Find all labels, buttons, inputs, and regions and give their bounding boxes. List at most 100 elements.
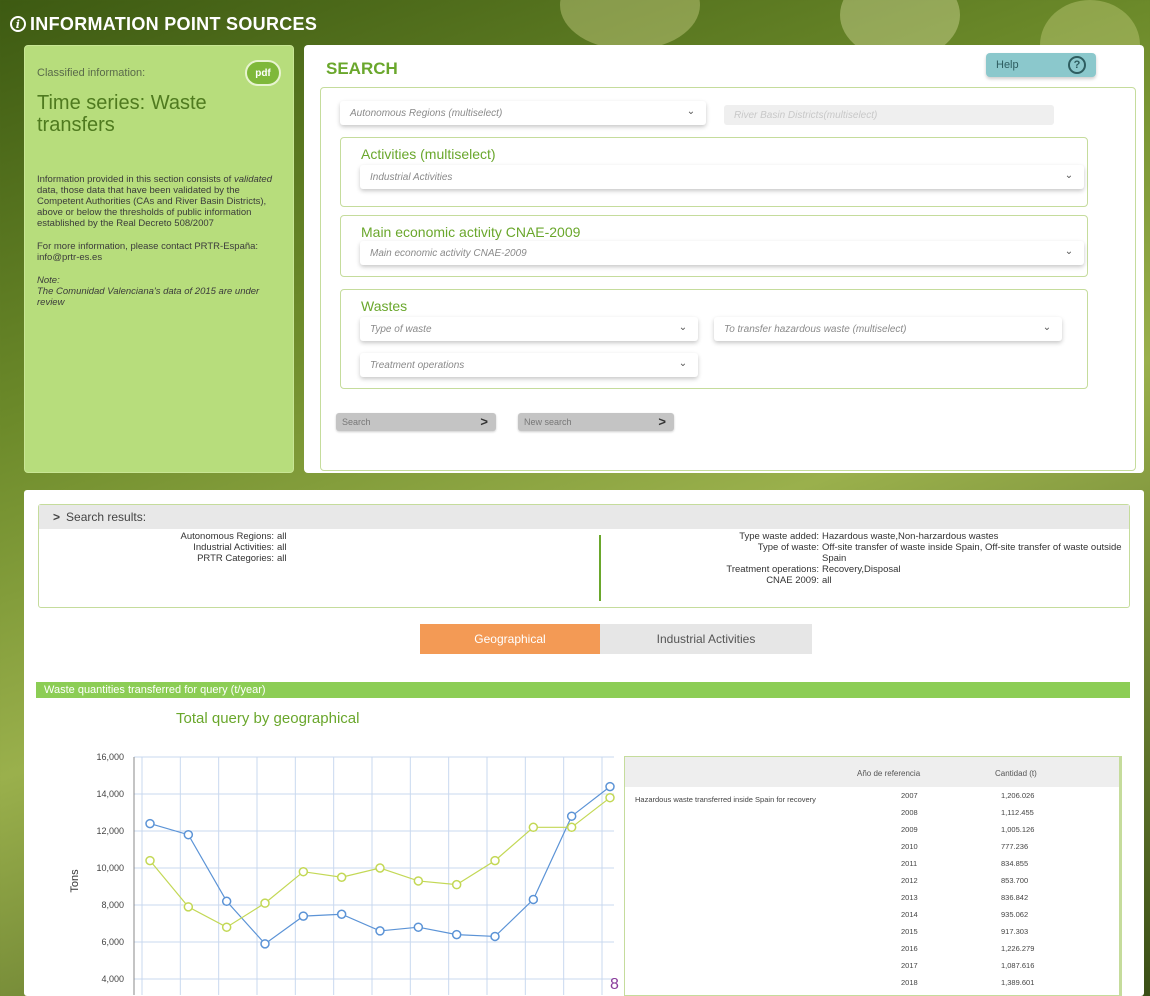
- data-point: [221, 896, 232, 907]
- table-cell-quantity: 834.855: [1001, 859, 1029, 868]
- panel-note: Note: The Comunidad Valenciana's data of …: [37, 275, 260, 308]
- criteria-value: all: [822, 575, 832, 586]
- new-search-button[interactable]: New search >: [518, 413, 674, 431]
- table-cell-quantity: 917.303: [1001, 927, 1029, 936]
- criteria-value: all: [277, 553, 287, 564]
- chevron-down-icon: ⌄: [1064, 246, 1074, 257]
- criteria-key: Autonomous Regions:: [180, 531, 274, 542]
- col-quantity: Cantidad (t): [995, 769, 1037, 778]
- industrial-activities-select[interactable]: Industrial Activities ⌄: [360, 165, 1084, 189]
- river-basin-select[interactable]: River Basin Districts(multiselect): [724, 105, 1054, 125]
- data-point: [566, 822, 577, 833]
- results-criteria-right: Type waste added: Hazardous waste,Non-har…: [619, 531, 1127, 586]
- data-point: [490, 855, 500, 866]
- table-cell-quantity: 1,206.026: [1001, 791, 1035, 800]
- chevron-down-icon: ⌄: [1064, 170, 1074, 181]
- info-icon: i: [10, 16, 26, 32]
- criteria-row: Treatment operations: Recovery,Disposal: [619, 564, 1127, 575]
- y-axis-label: Tons: [69, 869, 81, 893]
- tab-geographical[interactable]: Geographical: [420, 624, 600, 654]
- criteria-value: all: [277, 531, 287, 542]
- chevron-right-icon: >: [480, 414, 488, 429]
- criteria-row: Industrial Activities: all: [39, 542, 299, 553]
- table-cell-year: 2012: [901, 876, 918, 885]
- table-cell-quantity: 1,389.601: [1001, 978, 1035, 987]
- treatment-operations-select[interactable]: Treatment operations ⌄: [360, 353, 698, 377]
- table-cell-year: 2011: [901, 859, 918, 868]
- criteria-row: Type waste added: Hazardous waste,Non-har…: [619, 531, 1127, 542]
- chevron-down-icon: ⌄: [678, 322, 688, 333]
- criteria-key: Type waste added:: [739, 531, 819, 542]
- type-of-waste-select[interactable]: Type of waste ⌄: [360, 317, 698, 341]
- pdf-button[interactable]: pdf: [245, 60, 281, 86]
- criteria-value: Off-site transfer of waste inside Spain,…: [822, 542, 1122, 564]
- tab-industrial-activities[interactable]: Industrial Activities: [600, 624, 812, 654]
- criteria-row: Autonomous Regions: all: [39, 531, 299, 542]
- line-chart: 16,000 14,000 12,000 10,000 8,000 6,000 4,000 T…: [64, 745, 624, 995]
- cnae-select[interactable]: Main economic activity CNAE-2009 ⌄: [360, 241, 1084, 265]
- table-cell-year: 2015: [901, 927, 918, 936]
- table-cell-year: 2018: [901, 978, 918, 987]
- criteria-row: Type of waste: Off-site transfer of waste…: [619, 542, 1127, 564]
- divider: [599, 535, 601, 601]
- chevron-right-icon: >: [658, 414, 666, 429]
- criteria-row: CNAE 2009: all: [619, 575, 1127, 586]
- results-header[interactable]: > Search results:: [39, 505, 1129, 529]
- search-button[interactable]: Search >: [336, 413, 496, 431]
- data-point: [375, 926, 385, 936]
- data-point: [298, 866, 309, 877]
- criteria-key: PRTR Categories:: [197, 553, 274, 564]
- data-table: Año de referencia Cantidad (t) Hazardous…: [624, 756, 1122, 996]
- search-title: SEARCH: [326, 59, 398, 78]
- classified-info: Classified information: pdf: [37, 60, 281, 86]
- data-point: [413, 876, 424, 886]
- data-point: [566, 811, 577, 821]
- data-point: [183, 902, 194, 912]
- info-panel: Classified information: pdf Time series:…: [24, 45, 294, 473]
- criteria-value: Hazardous waste,Non-harzardous wastes: [822, 531, 999, 542]
- criteria-key: CNAE 2009:: [766, 575, 819, 586]
- search-panel: SEARCH Help ? Autonomous Regions (multis…: [304, 45, 1144, 473]
- table-header: Año de referencia Cantidad (t): [625, 757, 1119, 787]
- results-criteria-left: Autonomous Regions: all Industrial Activit…: [39, 531, 299, 564]
- table-cell-year: 2009: [901, 825, 918, 834]
- data-point: [605, 781, 615, 792]
- data-point: [145, 818, 155, 829]
- table-cell-year: 2016: [901, 944, 918, 953]
- page-title: INFORMATION POINT SOURCES: [30, 13, 318, 34]
- table-cell-year: 2014: [901, 910, 918, 919]
- table-cell-quantity: 1,005.126: [1001, 825, 1035, 834]
- results-tabs: Geographical Industrial Activities: [420, 624, 812, 654]
- data-point: [490, 931, 500, 942]
- data-point: [528, 822, 539, 833]
- data-point: [451, 929, 462, 940]
- data-point: [221, 922, 232, 932]
- table-cell-year: 2008: [901, 808, 918, 817]
- table-cell-quantity: 836.842: [1001, 893, 1029, 902]
- criteria-key: Industrial Activities:: [193, 542, 274, 553]
- page-header: i INFORMATION POINT SOURCES: [10, 10, 317, 38]
- data-point: [413, 922, 424, 932]
- y-tick-label: 12,000: [96, 826, 124, 836]
- data-point: [605, 792, 615, 803]
- autonomous-regions-select[interactable]: Autonomous Regions (multiselect) ⌄: [340, 101, 706, 125]
- data-point: [145, 855, 155, 866]
- y-tick-label: 6,000: [101, 937, 124, 947]
- table-cell-quantity: 1,112.455: [1001, 808, 1034, 817]
- table-cell-quantity: 777.236: [1001, 842, 1029, 851]
- chevron-down-icon: ⌄: [678, 358, 688, 369]
- panel-contact: For more information, please contact PRT…: [37, 241, 259, 263]
- criteria-key: Type of waste:: [757, 542, 819, 553]
- chart-title: Total query by geographical: [176, 710, 360, 727]
- table-cell-year: 2010: [901, 842, 918, 851]
- chart-extra-label: 8: [610, 976, 619, 993]
- search-results-summary: > Search results: Autonomous Regions: all…: [38, 504, 1130, 608]
- transfer-hazardous-select[interactable]: To transfer hazardous waste (multiselect…: [714, 317, 1062, 341]
- table-cell-quantity: 1,087.616: [1001, 961, 1035, 970]
- section-bar: Waste quantities transferred for query (…: [36, 682, 1130, 698]
- chevron-down-icon: ⌄: [1042, 322, 1052, 333]
- y-tick-label: 10,000: [96, 863, 124, 873]
- criteria-key: Treatment operations:: [726, 564, 819, 575]
- table-cell-quantity: 853.700: [1001, 876, 1029, 885]
- help-button[interactable]: Help ?: [986, 53, 1096, 77]
